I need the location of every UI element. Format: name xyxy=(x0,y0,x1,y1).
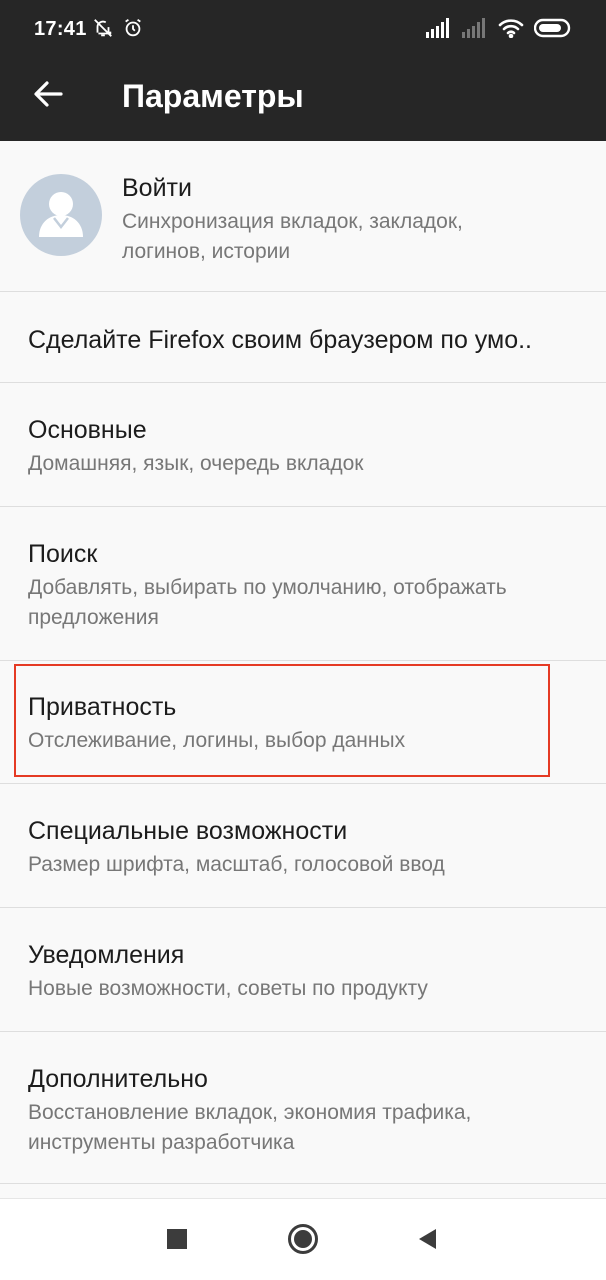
signal-icon xyxy=(426,18,452,43)
privacy-item[interactable]: Приватность Отслеживание, логины, выбор … xyxy=(0,661,606,784)
recents-square-icon xyxy=(166,1228,188,1255)
advanced-title: Дополнительно xyxy=(28,1065,208,1093)
advanced-subtitle-line: Восстановление вкладок, экономия трафика… xyxy=(28,1101,472,1124)
accessibility-subtitle: Размер шрифта, масштаб, голосовой ввод xyxy=(28,853,445,876)
toolbar: Параметры xyxy=(0,60,606,141)
notifications-subtitle: Новые возможности, советы по продукту xyxy=(28,977,428,1000)
battery-icon xyxy=(533,18,574,43)
search-item[interactable]: Поиск Добавлять, выбирать по умолчанию, … xyxy=(0,507,606,661)
avatar xyxy=(20,174,102,256)
sign-in-subtitle-line: логинов, истории xyxy=(122,240,291,263)
privacy-title: Приватность xyxy=(28,693,177,721)
status-icons-right xyxy=(426,18,574,43)
alarm-icon xyxy=(122,17,144,44)
recents-button[interactable] xyxy=(161,1225,193,1257)
search-subtitle-line: предложения xyxy=(28,606,159,629)
page-title: Параметры xyxy=(122,78,304,114)
status-time: 17:41 xyxy=(34,18,87,40)
general-subtitle: Домашняя, язык, очередь вкладок xyxy=(28,452,364,475)
sign-in-item[interactable]: Войти Синхронизация вкладок, закладок, л… xyxy=(0,141,606,292)
set-default-browser-title: Сделайте Firefox своим браузером по умо.… xyxy=(28,326,533,354)
advanced-item[interactable]: Дополнительно Восстановление вкладок, эк… xyxy=(0,1032,606,1184)
nav-back-button[interactable] xyxy=(411,1225,443,1257)
notifications-item[interactable]: Уведомления Новые возможности, советы по… xyxy=(0,908,606,1032)
general-item[interactable]: Основные Домашняя, язык, очередь вкладок xyxy=(0,383,606,507)
back-button[interactable] xyxy=(24,74,72,118)
home-circle-icon xyxy=(287,1223,319,1260)
advanced-subtitle: Восстановление вкладок, экономия трафика… xyxy=(28,1098,471,1158)
accessibility-title: Специальные возможности xyxy=(28,817,348,845)
navigation-bar xyxy=(0,1198,606,1280)
set-default-browser-item[interactable]: Сделайте Firefox своим браузером по умо.… xyxy=(0,292,606,383)
signal-no-service-icon xyxy=(462,18,488,43)
status-bar: 17:41 xyxy=(0,0,606,60)
search-subtitle: Добавлять, выбирать по умолчанию, отобра… xyxy=(28,573,507,633)
status-icons-left xyxy=(92,17,144,44)
settings-list: Войти Синхронизация вкладок, закладок, л… xyxy=(0,141,606,1184)
accessibility-item[interactable]: Специальные возможности Размер шрифта, м… xyxy=(0,784,606,908)
sign-in-title: Войти xyxy=(122,174,192,202)
top-bar: 17:41 Параметры xyxy=(0,0,606,141)
home-button[interactable] xyxy=(287,1223,319,1260)
sign-in-subtitle: Синхронизация вкладок, закладок, логинов… xyxy=(122,207,463,267)
notifications-title: Уведомления xyxy=(28,941,185,969)
search-subtitle-line: Добавлять, выбирать по умолчанию, отобра… xyxy=(28,576,507,599)
arrow-back-icon xyxy=(33,80,63,112)
privacy-subtitle: Отслеживание, логины, выбор данных xyxy=(28,729,406,752)
general-title: Основные xyxy=(28,416,147,444)
search-title: Поиск xyxy=(28,540,98,568)
bell-off-icon xyxy=(92,17,114,44)
sign-in-subtitle-line: Синхронизация вкладок, закладок, xyxy=(122,210,463,233)
person-icon xyxy=(39,192,83,237)
advanced-subtitle-line: инструменты разработчика xyxy=(28,1131,295,1154)
wifi-icon xyxy=(498,18,524,43)
back-triangle-icon xyxy=(415,1227,439,1256)
